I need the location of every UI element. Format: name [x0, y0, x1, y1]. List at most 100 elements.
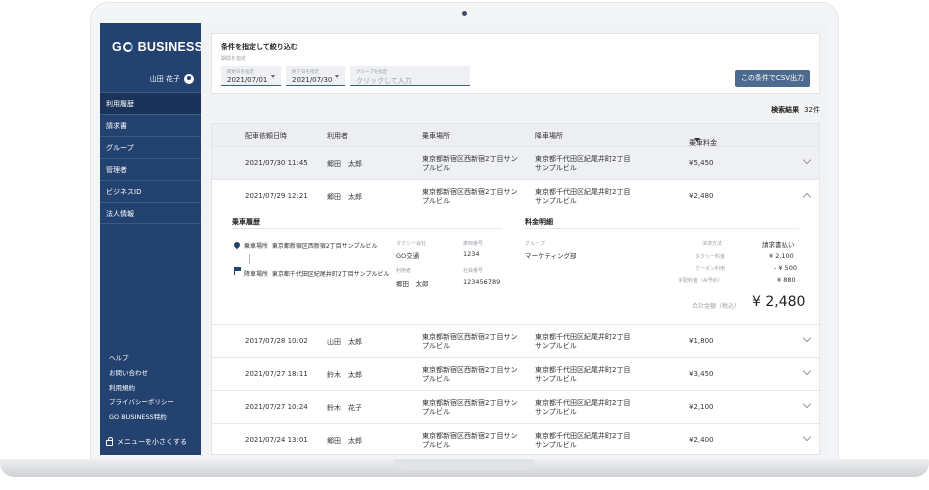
pickup-tag: 乗車場所 東京都新宿区西新宿2丁目サンプルビル	[244, 241, 377, 250]
taxi-fare-label: タクシー料金	[695, 254, 726, 260]
row-pickup: 東京都新宿区西新宿2丁目サンプルビル	[422, 155, 518, 172]
row-pickup: 東京都新宿区西新宿2丁目サンプルビル	[422, 333, 518, 350]
coupon-label: クーポン利用	[695, 266, 726, 272]
result-count: 32件	[804, 106, 820, 114]
row-fare: ¥2,400	[689, 436, 714, 444]
end-date-select[interactable]: 終了日を指定 2021/07/30	[286, 66, 345, 86]
terms-link[interactable]: 利用規約	[109, 381, 174, 396]
row-datetime: 2021/07/30 11:45	[245, 159, 308, 167]
group-label: グループ	[525, 241, 545, 247]
laptop-mockup: G BUSINESS 山田 花子 利用履歴 請求書 グループ 管理者 ビジネスI…	[0, 0, 929, 490]
sidebar-item-groups[interactable]: グループ	[100, 136, 201, 158]
user-icon	[184, 74, 194, 84]
chevron-down-icon[interactable]	[802, 366, 812, 376]
special-terms-link[interactable]: GO BUSINESS特約	[109, 410, 174, 425]
collapse-menu-label: メニューを小さくする	[117, 438, 187, 446]
end-date-value: 2021/07/30	[292, 76, 333, 84]
collapse-menu-button[interactable]: メニューを小さくする	[106, 437, 187, 447]
camera-dot	[462, 11, 467, 16]
csv-export-button[interactable]: この条件でCSV出力	[735, 70, 810, 87]
chevron-down-icon[interactable]	[802, 333, 812, 343]
sidebar-item-admins[interactable]: 管理者	[100, 158, 201, 180]
sidebar-item-corporate-info[interactable]: 法人情報	[100, 202, 201, 224]
dropoff-tag-label: 降車場所	[244, 271, 269, 278]
user-name: 山田 花子	[149, 75, 180, 83]
help-link[interactable]: ヘルプ	[109, 351, 174, 366]
pickup-tag-label: 乗車場所	[244, 243, 269, 250]
total-amount: ¥ 2,480	[752, 294, 806, 310]
sidebar-item-business-id[interactable]: ビジネスID	[100, 180, 201, 202]
row-user: 郷田 太郎	[327, 437, 362, 445]
dropoff-tag: 降車場所 東京都千代田区紀尾井町2丁目サンプルビル	[244, 269, 389, 278]
row-pickup: 東京都新宿区西新宿2丁目サンプルビル	[422, 399, 518, 416]
sidebar-item-ride-history[interactable]: 利用履歴	[100, 92, 201, 114]
car-number: 1234	[463, 250, 480, 258]
sidebar: G BUSINESS 山田 花子 利用履歴 請求書 グループ 管理者 ビジネスI…	[100, 23, 203, 455]
group-name: マーケティング部	[525, 252, 577, 260]
logo[interactable]: G BUSINESS	[112, 40, 203, 54]
user-label: 利用者	[396, 268, 412, 274]
end-date-placeholder: 終了日を指定	[292, 70, 319, 75]
row-dropoff: 東京都千代田区紀尾井町2丁目サンプルビル	[535, 432, 631, 449]
employee-no-label: 社員番号	[463, 268, 484, 274]
start-date-placeholder: 開始日を指定	[227, 70, 254, 75]
row-user: 山田 太郎	[327, 338, 362, 346]
divider	[232, 228, 502, 229]
row-dropoff: 東京都千代田区紀尾井町2丁目サンプルビル	[535, 366, 631, 383]
taxi-fare: ¥ 2,100	[769, 252, 794, 260]
header-pickup: 乗車場所	[422, 132, 450, 140]
pickup-address: 東京都新宿区西新宿2丁目サンプルビル	[271, 243, 378, 250]
dropoff-address: 東京都千代田区紀尾井町2丁目サンプルビル	[271, 271, 390, 278]
detail-user: 郷田 太郎	[396, 280, 429, 288]
header-datetime[interactable]: 配車依頼日時	[245, 131, 287, 141]
header-user: 利用者	[327, 132, 348, 140]
user-menu[interactable]: 山田 花子	[150, 74, 194, 84]
table-row[interactable]: 2021/07/27 18:11 鈴木 太郎 東京都新宿区西新宿2丁目サンプルビ…	[212, 357, 819, 390]
lock-icon	[106, 437, 113, 446]
chevron-down-icon[interactable]	[802, 155, 812, 165]
period-label: 期間を指定	[221, 56, 247, 62]
contact-link[interactable]: お問い合わせ	[109, 366, 174, 381]
row-fare: ¥1,800	[689, 337, 714, 345]
group-input[interactable]: グループを指定 クリックして入力	[350, 66, 470, 86]
logo-o-icon	[122, 42, 133, 52]
chevron-down-icon[interactable]	[802, 399, 812, 409]
booking-fee: ¥ 880	[777, 276, 796, 284]
sidebar-nav: 利用履歴 請求書 グループ 管理者 ビジネスID 法人情報	[100, 92, 201, 224]
filter-title: 条件を指定して絞り込む	[221, 43, 298, 51]
row-fare: ¥3,450	[689, 370, 714, 378]
start-date-select[interactable]: 開始日を指定 2021/07/01	[221, 66, 281, 86]
payment-method: 請求書払い	[762, 241, 795, 249]
row-user: 鈴木 花子	[327, 404, 362, 412]
group-placeholder: グループを指定	[356, 70, 388, 75]
table-row[interactable]: 2017/07/28 10:02 山田 太郎 東京都新宿区西新宿2丁目サンプルビ…	[212, 324, 819, 357]
route-line	[249, 254, 250, 264]
table-row[interactable]: 2021/07/30 11:45 郷田 太郎 東京都新宿区西新宿2丁目サンプルビ…	[212, 146, 819, 179]
chevron-down-icon[interactable]	[802, 432, 812, 442]
group-value: クリックして入力	[356, 77, 412, 85]
search-result: 検索結果 32件	[771, 105, 820, 115]
coupon: - ¥ 500	[774, 264, 798, 272]
taxi-company-label: タクシー会社	[396, 241, 427, 247]
row-user: 郷田 太郎	[327, 160, 362, 168]
table-header: 配車依頼日時 利用者 乗車場所 降車場所 乗車料金	[212, 124, 819, 147]
fare-detail-title: 料金明細	[525, 218, 553, 226]
header-dropoff: 降車場所	[535, 132, 563, 140]
car-number-label: 車両番号	[463, 241, 484, 247]
table-row[interactable]: 2021/07/27 10:24 鈴木 花子 東京都新宿区西新宿2丁目サンプルビ…	[212, 390, 819, 423]
employee-no: 123456789	[463, 278, 501, 286]
row-datetime: 2017/07/28 10:02	[245, 337, 308, 345]
row-datetime: 2021/07/27 10:24	[245, 403, 308, 411]
ride-history-title: 乗車履歴	[232, 218, 260, 226]
booking-fee-label: 手配料金（AI予約）	[678, 278, 723, 284]
caret-down-icon	[271, 75, 275, 78]
table-row[interactable]: 2021/07/24 13:01 郷田 太郎 東京都新宿区西新宿2丁目サンプルビ…	[212, 423, 819, 454]
sort-down-icon	[694, 138, 700, 142]
row-datetime: 2021/07/24 13:01	[245, 436, 308, 444]
row-user: 鈴木 太郎	[327, 371, 362, 379]
row-fare: ¥5,450	[689, 159, 714, 167]
privacy-link[interactable]: プライバシーポリシー	[109, 395, 174, 410]
flag-icon	[234, 267, 241, 275]
sidebar-item-invoices[interactable]: 請求書	[100, 114, 201, 136]
sidebar-footer: ヘルプ お問い合わせ 利用規約 プライバシーポリシー GO BUSINESS特約	[109, 351, 174, 425]
